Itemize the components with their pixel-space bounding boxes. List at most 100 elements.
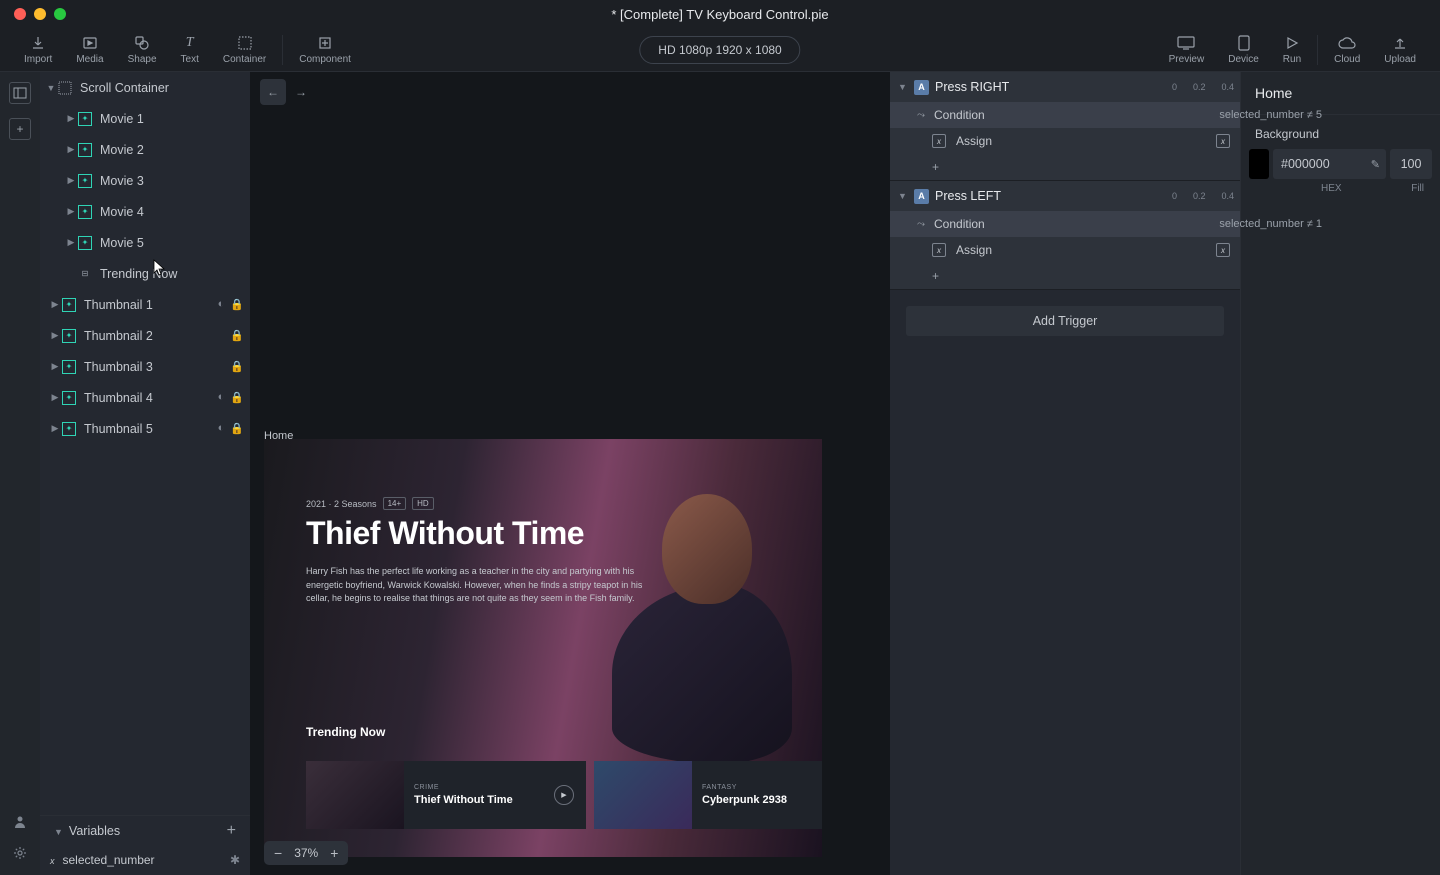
condition-row[interactable]: ⤳Conditionselected_number ≠ 5 <box>890 102 1240 128</box>
card-thumbnail <box>594 761 692 829</box>
device-button[interactable]: Device <box>1216 29 1271 71</box>
nav-forward-button[interactable]: → <box>288 79 314 105</box>
condition-note: selected_number ≠ 5 <box>1219 109 1322 121</box>
card-thief[interactable]: CRIMEThief Without Time ▶ <box>306 761 586 829</box>
timeline-ruler: 00.20.4 <box>1172 191 1234 201</box>
toolbar-separator <box>1317 35 1318 65</box>
eyedropper-icon[interactable]: ✎ <box>1371 158 1380 171</box>
tree-item-thumbnail[interactable]: ▶✦Thumbnail 3🔒 <box>40 351 250 382</box>
media-icon <box>81 34 99 52</box>
minimize-window[interactable] <box>34 8 46 20</box>
shape-button[interactable]: Shape <box>116 29 169 71</box>
component-button[interactable]: Component <box>287 29 363 71</box>
add-panel[interactable]: + <box>9 118 31 140</box>
lock-icon[interactable]: 🔒 <box>230 360 244 373</box>
chevron-right-icon: ▶ <box>48 392 62 403</box>
cloud-icon <box>1338 34 1356 52</box>
container-icon <box>236 34 254 52</box>
device-icon <box>1235 34 1253 52</box>
chevron-right-icon: ▶ <box>64 206 78 217</box>
settings-icon[interactable] <box>13 846 27 863</box>
left-rail: + <box>0 72 40 875</box>
branch-icon: ⤳ <box>914 108 928 122</box>
bug-icon[interactable]: ✱ <box>230 853 240 867</box>
tree-item-thumbnail[interactable]: ▶✦Thumbnail 1◐🔒 <box>40 289 250 320</box>
triggers-panel: ▼APress RIGHT00.20.4⤳Conditionselected_n… <box>890 72 1240 875</box>
condition-row[interactable]: ⤳Conditionselected_number ≠ 1 <box>890 211 1240 237</box>
tree-item-thumbnail[interactable]: ▶✦Thumbnail 2🔒 <box>40 320 250 351</box>
add-action-row[interactable]: + <box>890 263 1240 289</box>
media-button[interactable]: Media <box>64 29 115 71</box>
maximize-window[interactable] <box>54 8 66 20</box>
cloud-button[interactable]: Cloud <box>1322 29 1372 71</box>
variable-item[interactable]: x selected_number ✱ <box>40 845 250 875</box>
play-icon[interactable]: ▶ <box>554 785 574 805</box>
chevron-right-icon: ▶ <box>48 423 62 434</box>
resolution-selector[interactable]: HD 1080p 1920 x 1080 <box>639 36 800 64</box>
container-icon <box>58 81 72 95</box>
inspector-title: Home <box>1241 72 1440 114</box>
chevron-down-icon: ▼ <box>898 82 908 92</box>
keyboard-icon: A <box>914 189 929 204</box>
inspector-panel: Home Background #000000✎ 100 HEX Fill <box>1240 72 1440 875</box>
zoom-in-button[interactable]: + <box>330 846 338 860</box>
artboard-home[interactable]: 2021 · 2 Seasons 14+ HD Thief Without Ti… <box>264 439 822 857</box>
tree-item-movie[interactable]: ▶✦Movie 1 <box>40 103 250 134</box>
assign-row[interactable]: xAssignx <box>890 128 1240 154</box>
variable-icon: x <box>50 853 55 867</box>
trigger-header[interactable]: ▼APress LEFT00.20.4 <box>890 181 1240 211</box>
hero-meta: 2021 · 2 Seasons 14+ HD <box>306 497 434 510</box>
shape-icon <box>133 34 151 52</box>
tree-item-movie[interactable]: ▶✦Movie 3 <box>40 165 250 196</box>
chevron-right-icon: ▶ <box>48 299 62 310</box>
tree-item-thumbnail[interactable]: ▶✦Thumbnail 4◐🔒 <box>40 382 250 413</box>
play-icon <box>1283 34 1301 52</box>
run-button[interactable]: Run <box>1271 29 1313 71</box>
trigger-header[interactable]: ▼APress RIGHT00.20.4 <box>890 72 1240 102</box>
upload-icon <box>1391 34 1409 52</box>
card-cyberpunk[interactable]: FANTASYCyberpunk 2938 <box>594 761 822 829</box>
add-trigger-button[interactable]: Add Trigger <box>906 306 1224 336</box>
tree-item-trending[interactable]: ⊟ Trending Now <box>40 258 250 289</box>
hex-input[interactable]: #000000✎ <box>1273 149 1386 179</box>
chevron-right-icon: ▶ <box>64 175 78 186</box>
user-icon[interactable] <box>13 815 27 832</box>
tree-root-scroll-container[interactable]: ▼ Scroll Container <box>40 72 250 103</box>
variable-icon: x <box>932 243 946 257</box>
import-button[interactable]: Import <box>12 29 64 71</box>
tree-item-movie[interactable]: ▶✦Movie 2 <box>40 134 250 165</box>
component-icon: ✦ <box>62 422 76 436</box>
lock-icon[interactable]: 🔒 <box>230 422 244 435</box>
keyboard-icon: A <box>914 80 929 95</box>
visibility-icon[interactable]: ◐ <box>218 422 225 435</box>
upload-button[interactable]: Upload <box>1372 29 1428 71</box>
lock-icon[interactable]: 🔒 <box>230 329 244 342</box>
tree-item-movie[interactable]: ▶✦Movie 5 <box>40 227 250 258</box>
variable-icon: x <box>932 134 946 148</box>
visibility-icon[interactable]: ◐ <box>218 391 225 404</box>
assign-row[interactable]: xAssignx <box>890 237 1240 263</box>
chevron-down-icon: ▼ <box>898 191 908 201</box>
zoom-out-button[interactable]: − <box>274 846 282 860</box>
panel-toggle[interactable] <box>9 82 31 104</box>
chevron-right-icon: ▶ <box>64 144 78 155</box>
visibility-icon[interactable]: ◐ <box>218 298 225 311</box>
component-icon: ✦ <box>78 205 92 219</box>
container-button[interactable]: Container <box>211 29 278 71</box>
lock-icon[interactable]: 🔒 <box>230 298 244 311</box>
text-button[interactable]: TText <box>169 29 211 71</box>
lock-icon[interactable]: 🔒 <box>230 391 244 404</box>
color-swatch[interactable] <box>1249 149 1269 179</box>
tree-item-movie[interactable]: ▶✦Movie 4 <box>40 196 250 227</box>
fill-input[interactable]: 100 <box>1390 149 1432 179</box>
close-window[interactable] <box>14 8 26 20</box>
add-action-row[interactable]: + <box>890 154 1240 180</box>
preview-button[interactable]: Preview <box>1157 29 1217 71</box>
text-icon: T <box>181 34 199 52</box>
variables-header[interactable]: ▼Variables + <box>40 815 250 845</box>
component-icon: ✦ <box>62 329 76 343</box>
nav-back-button[interactable]: ← <box>260 79 286 105</box>
add-variable-icon[interactable]: + <box>227 822 236 840</box>
branch-icon: ⤳ <box>914 217 928 231</box>
tree-item-thumbnail[interactable]: ▶✦Thumbnail 5◐🔒 <box>40 413 250 444</box>
